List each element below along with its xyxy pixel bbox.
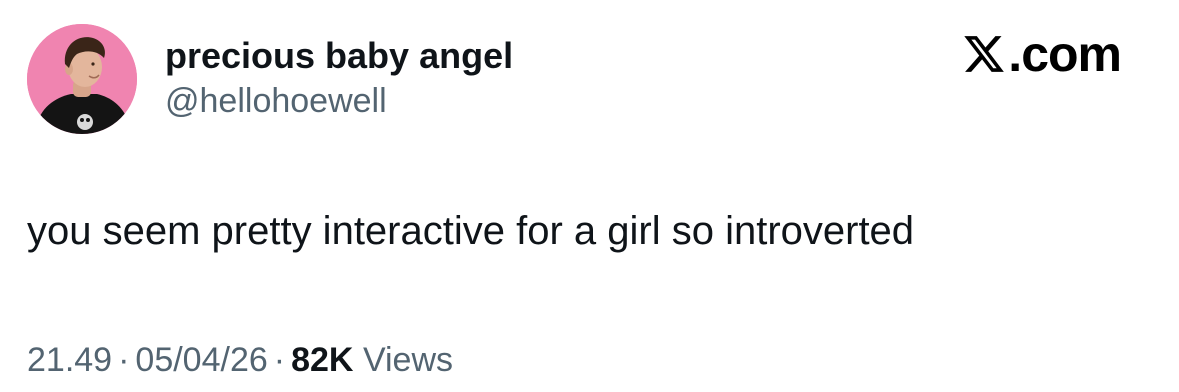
x-com-domain-text: .com: [1008, 26, 1122, 82]
avatar-photo: [27, 24, 137, 134]
tweet-meta: 21.49 · 05/04/26 · 82K Views: [27, 340, 453, 380]
views-count: 82K: [291, 341, 354, 379]
avatar[interactable]: [27, 24, 137, 134]
meta-separator: ·: [273, 341, 286, 379]
x-com-watermark: .com: [962, 26, 1122, 82]
tweet-text: you seem pretty interactive for a girl s…: [27, 209, 915, 253]
tweet-date[interactable]: 05/04/26: [135, 341, 267, 379]
meta-separator: ·: [118, 341, 130, 379]
author-handle[interactable]: @hellohoewell: [165, 82, 387, 120]
author-display-name[interactable]: precious baby angel: [165, 36, 513, 76]
tweet-card: precious baby angel @hellohoewell .com y…: [0, 0, 1179, 392]
x-logo-icon: [964, 36, 1005, 72]
tweet-time[interactable]: 21.49: [27, 341, 112, 379]
views-label: Views: [362, 341, 454, 379]
